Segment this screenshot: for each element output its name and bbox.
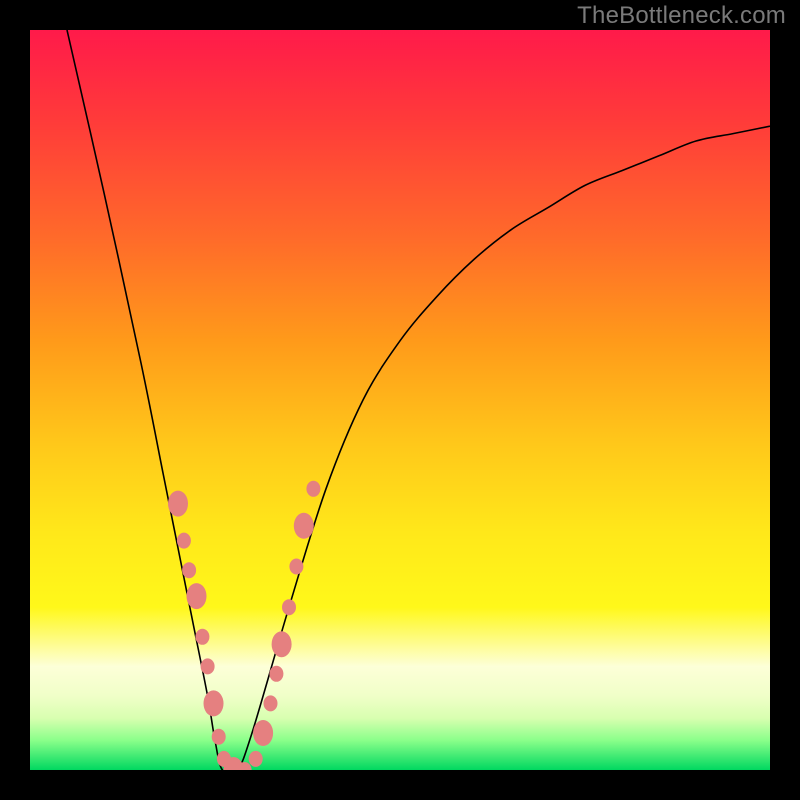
data-point-markers [168,481,320,770]
chart-frame: TheBottleneck.com [0,0,800,800]
data-point [182,562,196,578]
chart-svg [30,30,770,770]
data-point [204,690,224,716]
data-point [306,481,320,497]
data-point [253,720,273,746]
data-point [187,583,207,609]
data-point [264,695,278,711]
data-point [294,513,314,539]
data-point [168,491,188,517]
plot-area [30,30,770,770]
data-point [249,751,263,767]
data-point [177,533,191,549]
watermark-text: TheBottleneck.com [577,2,786,30]
bottleneck-curve [67,30,770,770]
data-point [282,599,296,615]
data-point [272,631,292,657]
data-point [289,559,303,575]
data-point [269,666,283,682]
data-point [201,658,215,674]
data-point [212,729,226,745]
data-point [195,629,209,645]
